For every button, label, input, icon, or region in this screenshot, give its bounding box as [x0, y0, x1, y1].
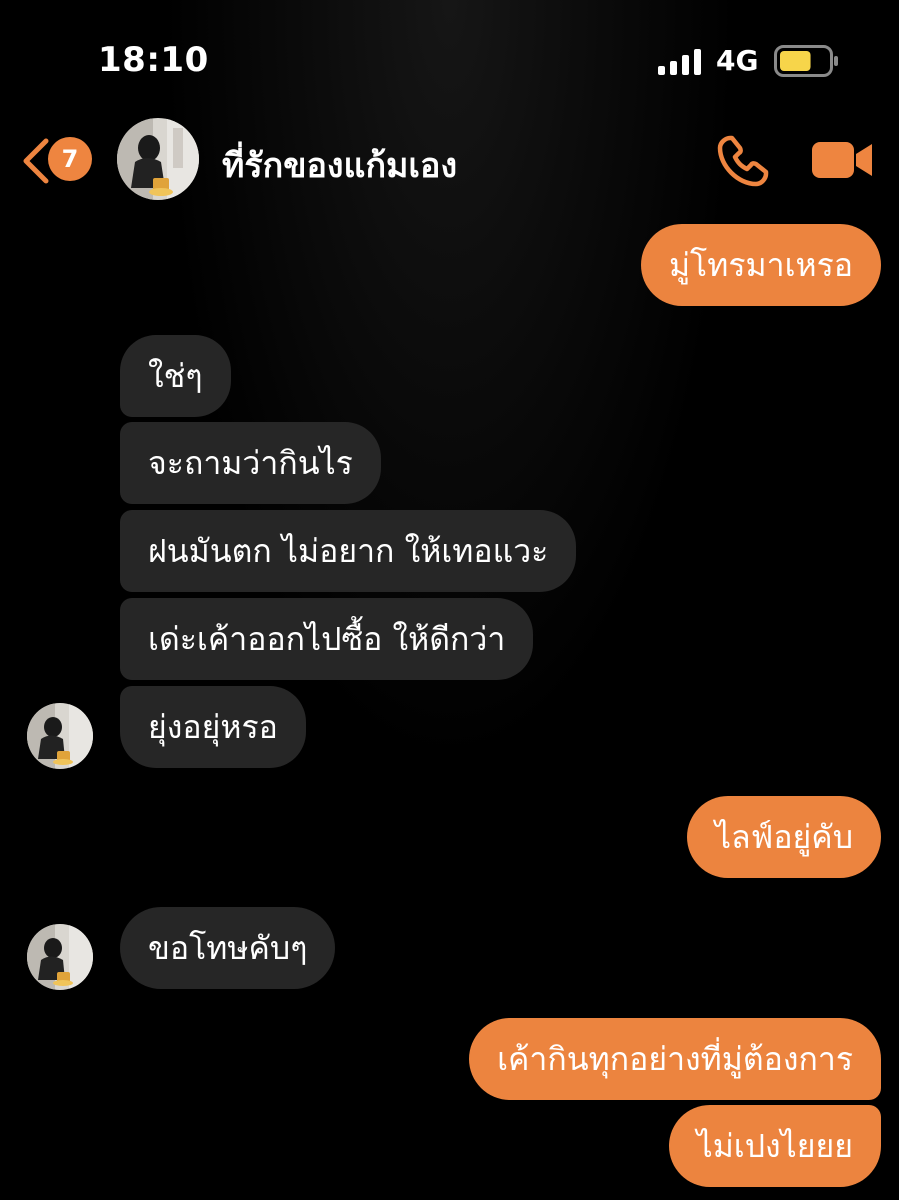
phone-icon[interactable] [716, 134, 770, 188]
outgoing-message[interactable]: ไลฟ์อยู่คับ [686, 796, 881, 878]
outgoing-message[interactable]: ไม่เปงไยยย [668, 1105, 881, 1187]
incoming-message[interactable]: ขอโทษคับๆ [120, 907, 336, 989]
incoming-message[interactable]: จะถามว่ากินไร [120, 422, 381, 504]
sender-avatar[interactable] [27, 924, 93, 990]
outgoing-message[interactable]: เค้ากินทุกอย่างที่มู่ต้องการ [469, 1018, 881, 1100]
video-camera-icon[interactable] [810, 138, 874, 182]
incoming-message[interactable]: ฝนมันตก ไม่อยาก ให้เทอแวะ [120, 510, 577, 592]
battery-icon [774, 45, 838, 77]
sender-avatar[interactable] [27, 703, 93, 769]
incoming-message[interactable]: เด่ะเค้าออกไปซื้อ ให้ดีกว่า [120, 598, 534, 680]
unread-count-badge[interactable]: 7 [48, 137, 92, 181]
incoming-message[interactable]: ยุ่งอยุ่หรอ [120, 686, 306, 768]
network-type: 4G [716, 44, 759, 77]
contact-name[interactable]: ที่รักของแก้มเอง [222, 138, 457, 192]
outgoing-message[interactable]: มู่โทรมาเหรอ [640, 224, 881, 306]
contact-avatar[interactable] [117, 118, 199, 200]
status-time: 18:10 [98, 40, 209, 80]
chat-screen: 18:10 4G 7 ที่รักของแก้มเอง มู่โทรมาเหรอ… [0, 0, 899, 1200]
signal-bars-icon [658, 49, 701, 75]
incoming-message[interactable]: ใช่ๆ [120, 335, 231, 417]
